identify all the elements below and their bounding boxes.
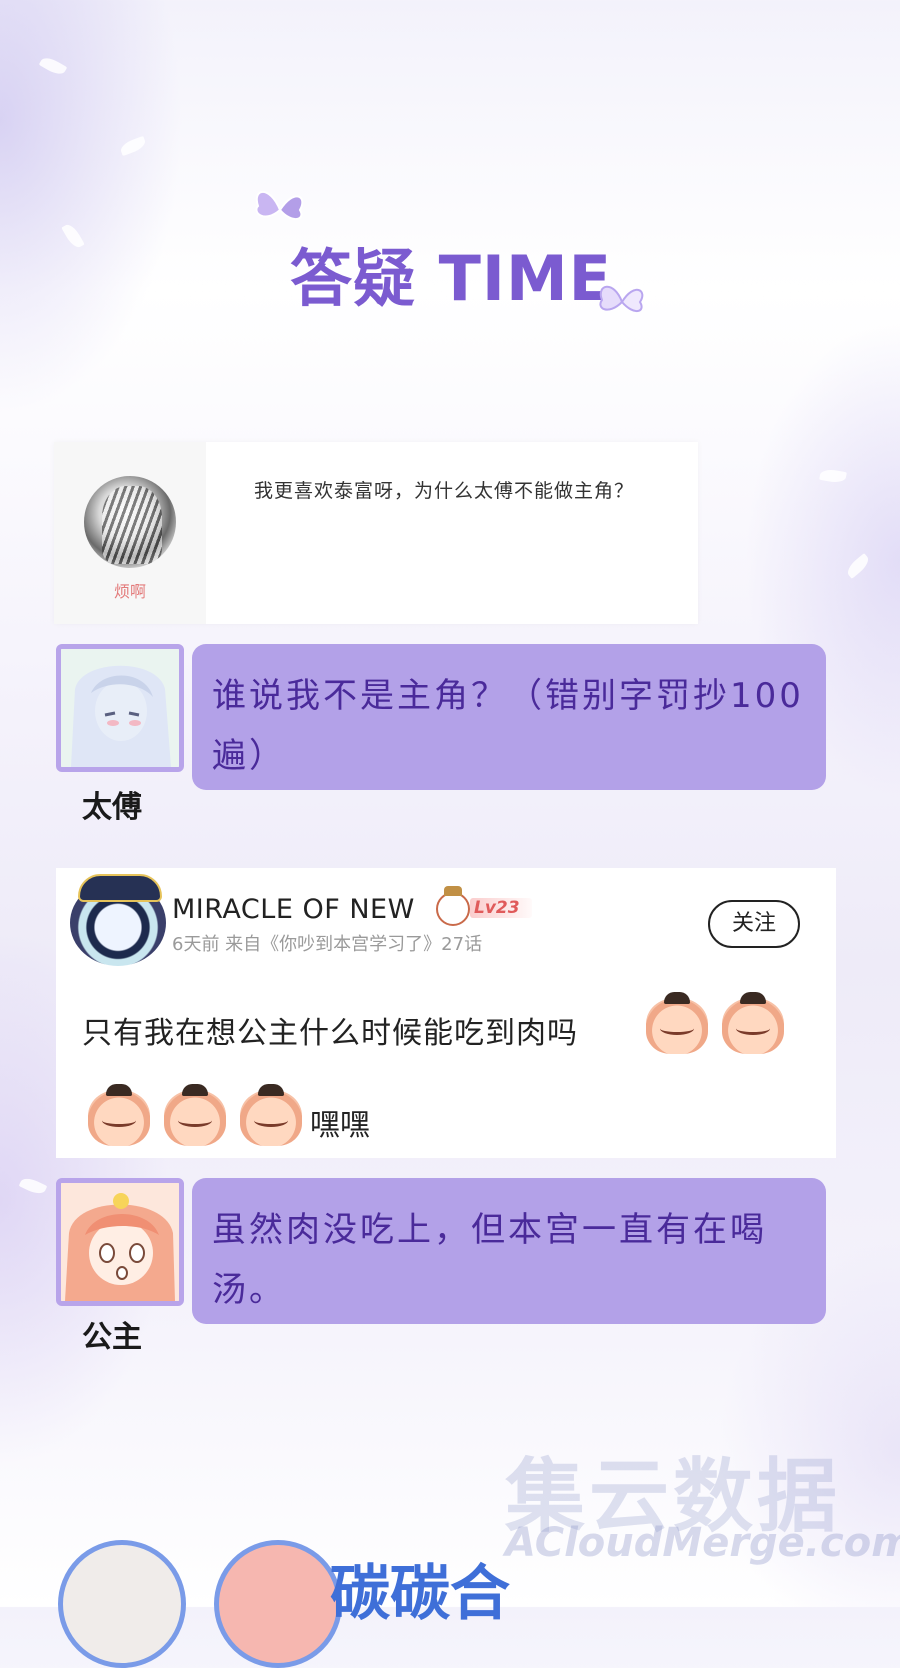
character-portrait-icon: [61, 649, 179, 767]
avatar: [84, 476, 176, 568]
avatar-frame-icon: [78, 874, 162, 902]
title-section: 答疑 TIME: [0, 191, 900, 320]
level-badge: Lv23: [470, 898, 532, 918]
answer-text: 虽然肉没吃上，但本宫一直有在喝汤。: [212, 1210, 767, 1310]
emoji-icon: [88, 1084, 150, 1146]
watermark-url: ACloudMerge.com: [505, 1520, 900, 1566]
comment-user-name[interactable]: MIRACLE OF NEW: [172, 894, 415, 925]
emoji-icon: [240, 1084, 302, 1146]
speaker-name: 太傅: [82, 790, 142, 825]
footer-title: 碳碳合: [330, 1559, 510, 1629]
comment-text-suffix: 嘿嘿: [310, 1108, 370, 1143]
question-user-name: 烦啊: [113, 582, 146, 601]
question-text: 我更喜欢泰富呀，为什么太傅不能做主角？: [254, 480, 635, 502]
comment-card: MIRACLE OF NEW Lv23 6天前 来自《你吵到本宫学习了》27话 …: [56, 868, 836, 1158]
comment-text: 只有我在想公主什么时候能吃到肉吗: [82, 1016, 578, 1051]
avatar: [56, 644, 184, 772]
crown-icon: [436, 886, 470, 926]
butterfly-icon: [599, 285, 644, 312]
avatar: [56, 1178, 184, 1306]
petal-decoration: [819, 467, 847, 485]
petal-decoration: [118, 135, 148, 157]
page-title: 答疑 TIME: [290, 242, 612, 315]
answer-text: 谁说我不是主角？（错别字罚抄100 遍）: [212, 676, 804, 776]
character-portrait-icon: [61, 1183, 179, 1301]
avatar: [58, 1540, 186, 1668]
petal-decoration: [844, 553, 872, 579]
comment-meta: 6天前 来自《你吵到本宫学习了》27话: [172, 934, 483, 955]
question-avatar-column: 烦啊: [54, 442, 206, 624]
emoji-icon: [164, 1084, 226, 1146]
petal-decoration: [38, 54, 68, 78]
answer-bubble: 谁说我不是主角？（错别字罚抄100 遍）: [192, 644, 826, 790]
question-card: 烦啊 我更喜欢泰富呀，为什么太傅不能做主角？: [54, 442, 698, 624]
petal-decoration: [18, 1175, 48, 1197]
emoji-icon: [722, 992, 784, 1054]
speaker-name: 公主: [82, 1320, 142, 1355]
butterfly-icon: [255, 191, 304, 220]
avatar: [214, 1540, 342, 1668]
emoji-icon: [646, 992, 708, 1054]
answer-bubble: 虽然肉没吃上，但本宫一直有在喝汤。: [192, 1178, 826, 1324]
follow-button[interactable]: 关注: [708, 900, 800, 948]
